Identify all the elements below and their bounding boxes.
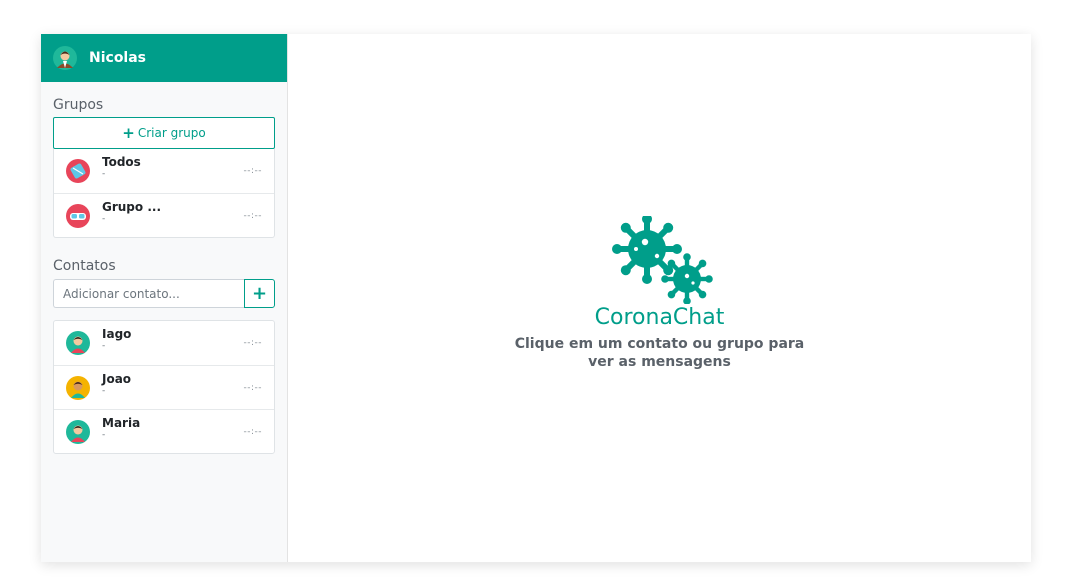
contact-avatar-icon bbox=[66, 331, 90, 355]
group-preview: - bbox=[102, 214, 106, 224]
create-group-button[interactable]: + Criar grupo bbox=[53, 117, 275, 149]
group-name: Grupo ... bbox=[102, 200, 161, 214]
empty-state-hint: Clique em um contato ou grupo para ver a… bbox=[514, 336, 805, 370]
app-window: Nicolas Grupos + Criar grupo Todos - --:… bbox=[41, 34, 1031, 562]
create-group-label: Criar grupo bbox=[137, 126, 206, 140]
group-preview: - bbox=[102, 169, 106, 179]
contacts-title: Contatos bbox=[53, 258, 116, 274]
user-header: Nicolas bbox=[41, 34, 287, 82]
contact-preview: - bbox=[102, 430, 106, 440]
group-list: Todos - --:-- Grupo ... - --:-- bbox=[53, 149, 275, 238]
user-name: Nicolas bbox=[89, 50, 147, 66]
contact-item-iago[interactable]: Iago - --:-- bbox=[54, 321, 274, 365]
groups-title: Grupos bbox=[53, 97, 104, 113]
contact-avatar-icon bbox=[66, 376, 90, 400]
group-mask-icon bbox=[66, 204, 90, 228]
contact-item-joao[interactable]: Joao - --:-- bbox=[54, 365, 274, 409]
add-contact-input[interactable] bbox=[53, 279, 244, 308]
contact-preview: - bbox=[102, 386, 106, 396]
group-item-grupo[interactable]: Grupo ... - --:-- bbox=[54, 193, 274, 237]
contact-item-maria[interactable]: Maria - --:-- bbox=[54, 409, 274, 453]
add-contact-button[interactable]: + bbox=[244, 279, 275, 308]
chat-area: CoronaChat Clique em um contato ou grupo… bbox=[288, 34, 1031, 562]
contact-preview: - bbox=[102, 341, 106, 351]
plus-icon: + bbox=[122, 124, 135, 142]
group-time: --:-- bbox=[243, 211, 262, 221]
brand-title: CoronaChat bbox=[594, 305, 725, 330]
contact-avatar-icon bbox=[66, 420, 90, 444]
contact-name: Iago bbox=[102, 327, 132, 341]
group-avatar-icon bbox=[66, 159, 90, 183]
add-contact-form: + bbox=[53, 279, 275, 308]
sidebar: Nicolas Grupos + Criar grupo Todos - --:… bbox=[41, 34, 288, 562]
contact-time: --:-- bbox=[243, 338, 262, 348]
group-name: Todos bbox=[102, 155, 141, 169]
contact-name: Maria bbox=[102, 416, 141, 430]
virus-logo-icon bbox=[611, 216, 713, 304]
group-time: --:-- bbox=[243, 166, 262, 176]
contact-time: --:-- bbox=[243, 427, 262, 437]
contact-time: --:-- bbox=[243, 383, 262, 393]
contact-name: Joao bbox=[102, 372, 132, 386]
welcome-panel: CoronaChat Clique em um contato ou grupo… bbox=[288, 216, 1031, 371]
user-avatar-icon bbox=[53, 46, 77, 70]
contact-list: Iago - --:-- Joao - --:-- Maria - --:-- bbox=[53, 320, 275, 454]
group-item-todos[interactable]: Todos - --:-- bbox=[54, 149, 274, 193]
